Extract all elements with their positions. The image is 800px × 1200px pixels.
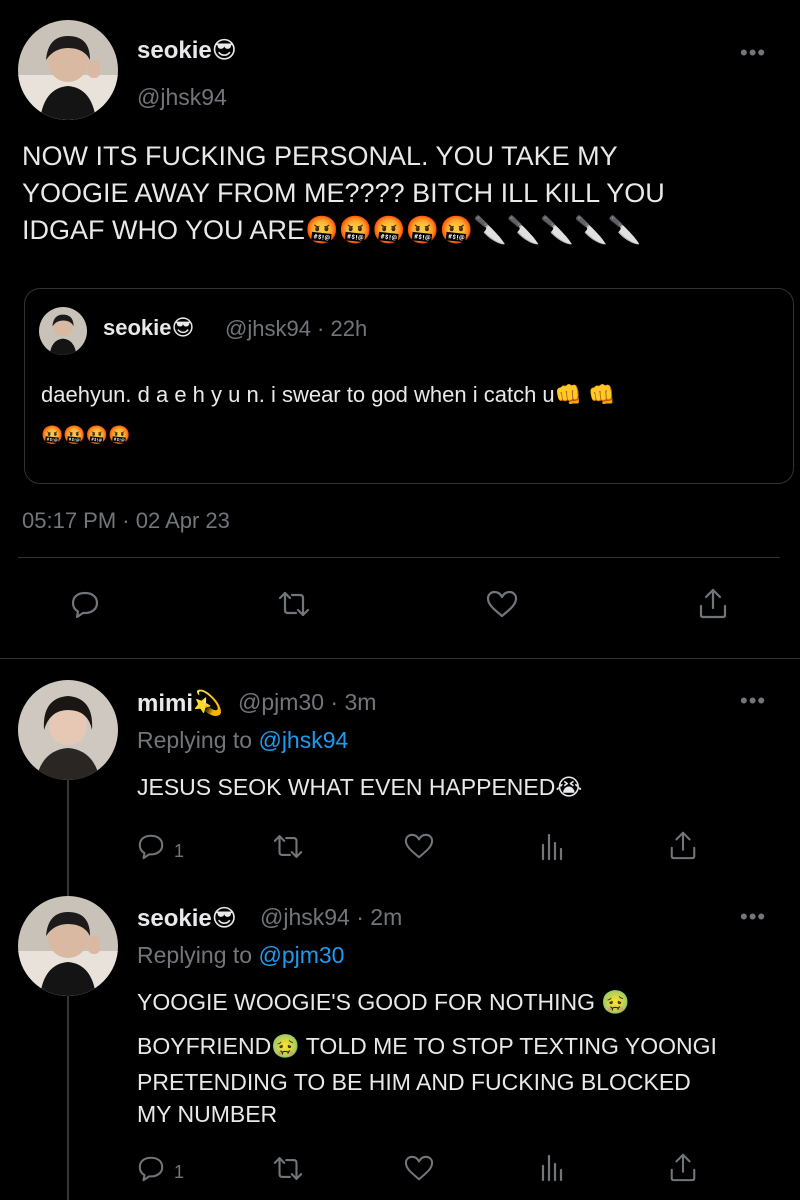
reply-icon[interactable]	[137, 832, 165, 860]
tweet-text: NOW ITS FUCKING PERSONAL. YOU TAKE MY YO…	[22, 141, 665, 245]
retweet-icon[interactable]	[277, 590, 311, 618]
quoted-tweet[interactable]: seokie😎 @jhsk94 · 22h daehyun. d a e h y…	[24, 288, 794, 484]
replying-to: Replying to @pjm30	[137, 942, 345, 968]
replying-to-link[interactable]: @pjm30	[258, 942, 344, 968]
share-icon[interactable]	[697, 586, 729, 620]
tweet-text: JESUS SEOK WHAT EVEN HAPPENED😭	[137, 774, 583, 800]
like-icon[interactable]	[403, 1154, 435, 1182]
author-handle[interactable]: @jhsk94 · 2m	[260, 904, 402, 931]
sunglasses-emoji: 😎	[211, 905, 237, 932]
author-name[interactable]: seokie😎	[137, 904, 237, 933]
avatar	[39, 307, 87, 355]
divider	[0, 658, 800, 659]
quoted-author-name: seokie😎	[103, 315, 195, 340]
sunglasses-emoji: 😎	[211, 37, 237, 64]
author-name[interactable]: mimi💫	[137, 689, 223, 718]
more-options-icon[interactable]: •••	[740, 40, 766, 66]
reply-icon[interactable]	[70, 589, 100, 619]
reply-count: 1	[174, 1162, 185, 1182]
author-handle[interactable]: @jhsk94	[137, 84, 227, 111]
sunglasses-emoji: 😎	[171, 315, 195, 340]
thread-line	[67, 996, 69, 1200]
replying-to: Replying to @jhsk94	[137, 727, 349, 753]
reply-icon[interactable]	[137, 1154, 165, 1182]
retweet-icon[interactable]	[272, 833, 304, 860]
views-icon[interactable]	[539, 831, 565, 861]
dizzy-emoji: 💫	[193, 690, 223, 717]
author-handle[interactable]: @pjm30 · 3m	[238, 689, 376, 716]
timestamp: 05:17 PM · 02 Apr 23	[22, 508, 230, 533]
avatar[interactable]	[18, 896, 118, 996]
more-options-icon[interactable]: •••	[740, 904, 766, 930]
like-icon[interactable]	[403, 832, 435, 860]
replying-to-link[interactable]: @jhsk94	[258, 727, 348, 753]
divider	[18, 557, 780, 558]
share-icon[interactable]	[668, 829, 698, 861]
reply-count: 1	[174, 841, 185, 861]
share-icon[interactable]	[668, 1151, 698, 1183]
like-icon[interactable]	[485, 589, 519, 619]
views-icon[interactable]	[539, 1152, 565, 1182]
avatar[interactable]	[18, 680, 118, 780]
quoted-handle-time: @jhsk94 · 22h	[225, 316, 368, 341]
retweet-icon[interactable]	[272, 1155, 304, 1182]
author-name[interactable]: seokie😎	[137, 36, 237, 65]
avatar[interactable]	[18, 20, 118, 120]
quoted-text: daehyun. d a e h y u n. i swear to god w…	[41, 382, 616, 445]
thread-line	[67, 780, 69, 898]
more-options-icon[interactable]: •••	[740, 688, 766, 714]
tweet-text: YOOGIE WOOGIE'S GOOD FOR NOTHING 🤢 BOYFR…	[137, 989, 717, 1127]
